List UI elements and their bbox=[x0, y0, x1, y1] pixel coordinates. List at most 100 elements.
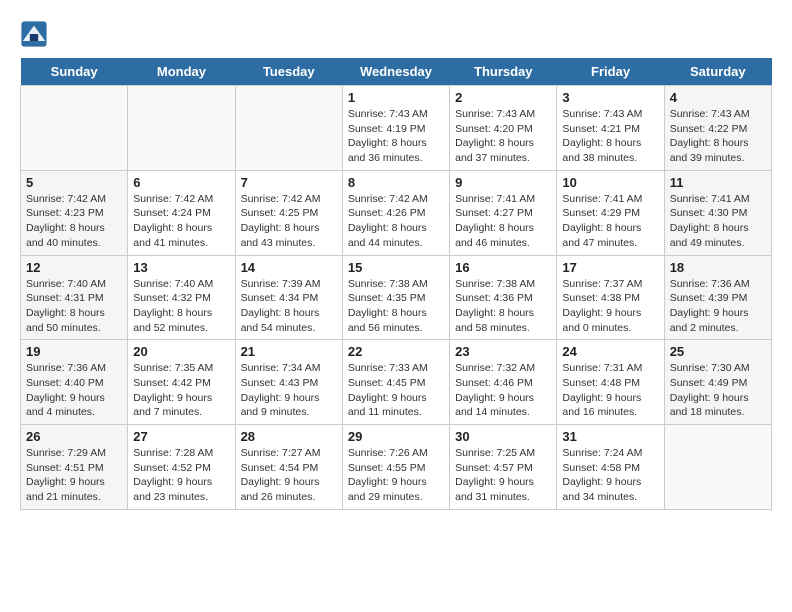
day-info: Sunrise: 7:33 AM Sunset: 4:45 PM Dayligh… bbox=[348, 361, 444, 420]
day-number: 1 bbox=[348, 90, 444, 105]
day-number: 11 bbox=[670, 175, 766, 190]
calendar-cell: 7 Sunrise: 7:42 AM Sunset: 4:25 PM Daylig… bbox=[235, 170, 342, 255]
days-header-row: SundayMondayTuesdayWednesdayThursdayFrid… bbox=[21, 58, 772, 86]
day-number: 2 bbox=[455, 90, 551, 105]
day-info: Sunrise: 7:43 AM Sunset: 4:20 PM Dayligh… bbox=[455, 107, 551, 166]
day-number: 27 bbox=[133, 429, 229, 444]
day-info: Sunrise: 7:42 AM Sunset: 4:23 PM Dayligh… bbox=[26, 192, 122, 251]
day-info: Sunrise: 7:32 AM Sunset: 4:46 PM Dayligh… bbox=[455, 361, 551, 420]
day-number: 10 bbox=[562, 175, 658, 190]
day-info: Sunrise: 7:25 AM Sunset: 4:57 PM Dayligh… bbox=[455, 446, 551, 505]
day-info: Sunrise: 7:41 AM Sunset: 4:30 PM Dayligh… bbox=[670, 192, 766, 251]
day-info: Sunrise: 7:31 AM Sunset: 4:48 PM Dayligh… bbox=[562, 361, 658, 420]
day-header-saturday: Saturday bbox=[664, 58, 771, 86]
calendar-cell: 31 Sunrise: 7:24 AM Sunset: 4:58 PM Dayli… bbox=[557, 425, 664, 510]
logo bbox=[20, 20, 52, 48]
calendar-cell: 9 Sunrise: 7:41 AM Sunset: 4:27 PM Daylig… bbox=[450, 170, 557, 255]
day-info: Sunrise: 7:43 AM Sunset: 4:22 PM Dayligh… bbox=[670, 107, 766, 166]
calendar-cell: 12Sunrise: 7:40 AM Sunset: 4:31 PM Dayli… bbox=[21, 255, 128, 340]
day-number: 31 bbox=[562, 429, 658, 444]
calendar-cell: 13 Sunrise: 7:40 AM Sunset: 4:32 PM Dayli… bbox=[128, 255, 235, 340]
calendar-cell: 29 Sunrise: 7:26 AM Sunset: 4:55 PM Dayli… bbox=[342, 425, 449, 510]
day-info: Sunrise: 7:42 AM Sunset: 4:25 PM Dayligh… bbox=[241, 192, 337, 251]
day-info: Sunrise: 7:43 AM Sunset: 4:21 PM Dayligh… bbox=[562, 107, 658, 166]
calendar-cell: 27Sunrise: 7:28 AM Sunset: 4:52 PM Dayli… bbox=[128, 425, 235, 510]
calendar-cell: 25Sunrise: 7:30 AM Sunset: 4:49 PM Dayli… bbox=[664, 340, 771, 425]
day-number: 3 bbox=[562, 90, 658, 105]
day-number: 20 bbox=[133, 344, 229, 359]
day-info: Sunrise: 7:36 AM Sunset: 4:40 PM Dayligh… bbox=[26, 361, 122, 420]
logo-icon bbox=[20, 20, 48, 48]
day-number: 28 bbox=[241, 429, 337, 444]
day-number: 22 bbox=[348, 344, 444, 359]
week-row-1: 5 Sunrise: 7:42 AM Sunset: 4:23 PM Daylig… bbox=[21, 170, 772, 255]
day-number: 18 bbox=[670, 260, 766, 275]
day-number: 13 bbox=[133, 260, 229, 275]
calendar-cell: 18Sunrise: 7:36 AM Sunset: 4:39 PM Dayli… bbox=[664, 255, 771, 340]
day-number: 17 bbox=[562, 260, 658, 275]
calendar-cell: 20 Sunrise: 7:35 AM Sunset: 4:42 PM Dayli… bbox=[128, 340, 235, 425]
calendar-cell: 8 Sunrise: 7:42 AM Sunset: 4:26 PM Daylig… bbox=[342, 170, 449, 255]
day-header-thursday: Thursday bbox=[450, 58, 557, 86]
week-row-0: 1Sunrise: 7:43 AM Sunset: 4:19 PM Daylig… bbox=[21, 86, 772, 171]
day-number: 5 bbox=[26, 175, 122, 190]
calendar-cell: 15Sunrise: 7:38 AM Sunset: 4:35 PM Dayli… bbox=[342, 255, 449, 340]
day-number: 7 bbox=[241, 175, 337, 190]
day-info: Sunrise: 7:30 AM Sunset: 4:49 PM Dayligh… bbox=[670, 361, 766, 420]
week-row-2: 12Sunrise: 7:40 AM Sunset: 4:31 PM Dayli… bbox=[21, 255, 772, 340]
week-row-4: 26 Sunrise: 7:29 AM Sunset: 4:51 PM Dayli… bbox=[21, 425, 772, 510]
calendar-cell: 28 Sunrise: 7:27 AM Sunset: 4:54 PM Dayli… bbox=[235, 425, 342, 510]
day-info: Sunrise: 7:27 AM Sunset: 4:54 PM Dayligh… bbox=[241, 446, 337, 505]
day-info: Sunrise: 7:42 AM Sunset: 4:24 PM Dayligh… bbox=[133, 192, 229, 251]
day-header-friday: Friday bbox=[557, 58, 664, 86]
day-info: Sunrise: 7:41 AM Sunset: 4:27 PM Dayligh… bbox=[455, 192, 551, 251]
calendar-cell: 17 Sunrise: 7:37 AM Sunset: 4:38 PM Dayli… bbox=[557, 255, 664, 340]
day-info: Sunrise: 7:37 AM Sunset: 4:38 PM Dayligh… bbox=[562, 277, 658, 336]
calendar-cell: 30 Sunrise: 7:25 AM Sunset: 4:57 PM Dayli… bbox=[450, 425, 557, 510]
calendar-table: SundayMondayTuesdayWednesdayThursdayFrid… bbox=[20, 58, 772, 510]
day-number: 24 bbox=[562, 344, 658, 359]
header bbox=[20, 20, 772, 48]
day-info: Sunrise: 7:39 AM Sunset: 4:34 PM Dayligh… bbox=[241, 277, 337, 336]
calendar-cell: 6 Sunrise: 7:42 AM Sunset: 4:24 PM Daylig… bbox=[128, 170, 235, 255]
day-number: 4 bbox=[670, 90, 766, 105]
day-number: 9 bbox=[455, 175, 551, 190]
day-number: 8 bbox=[348, 175, 444, 190]
calendar-cell bbox=[664, 425, 771, 510]
day-info: Sunrise: 7:38 AM Sunset: 4:35 PM Dayligh… bbox=[348, 277, 444, 336]
day-number: 21 bbox=[241, 344, 337, 359]
day-info: Sunrise: 7:24 AM Sunset: 4:58 PM Dayligh… bbox=[562, 446, 658, 505]
calendar-cell: 16Sunrise: 7:38 AM Sunset: 4:36 PM Dayli… bbox=[450, 255, 557, 340]
day-number: 6 bbox=[133, 175, 229, 190]
day-info: Sunrise: 7:35 AM Sunset: 4:42 PM Dayligh… bbox=[133, 361, 229, 420]
day-number: 30 bbox=[455, 429, 551, 444]
day-number: 23 bbox=[455, 344, 551, 359]
day-info: Sunrise: 7:42 AM Sunset: 4:26 PM Dayligh… bbox=[348, 192, 444, 251]
calendar-cell: 3 Sunrise: 7:43 AM Sunset: 4:21 PM Daylig… bbox=[557, 86, 664, 171]
day-number: 14 bbox=[241, 260, 337, 275]
day-number: 19 bbox=[26, 344, 122, 359]
calendar-cell bbox=[235, 86, 342, 171]
day-header-wednesday: Wednesday bbox=[342, 58, 449, 86]
calendar-cell: 14 Sunrise: 7:39 AM Sunset: 4:34 PM Dayli… bbox=[235, 255, 342, 340]
day-info: Sunrise: 7:29 AM Sunset: 4:51 PM Dayligh… bbox=[26, 446, 122, 505]
day-header-monday: Monday bbox=[128, 58, 235, 86]
day-info: Sunrise: 7:26 AM Sunset: 4:55 PM Dayligh… bbox=[348, 446, 444, 505]
calendar-cell: 26 Sunrise: 7:29 AM Sunset: 4:51 PM Dayli… bbox=[21, 425, 128, 510]
day-info: Sunrise: 7:41 AM Sunset: 4:29 PM Dayligh… bbox=[562, 192, 658, 251]
day-info: Sunrise: 7:40 AM Sunset: 4:32 PM Dayligh… bbox=[133, 277, 229, 336]
calendar-cell: 1Sunrise: 7:43 AM Sunset: 4:19 PM Daylig… bbox=[342, 86, 449, 171]
day-header-tuesday: Tuesday bbox=[235, 58, 342, 86]
week-row-3: 19 Sunrise: 7:36 AM Sunset: 4:40 PM Dayli… bbox=[21, 340, 772, 425]
calendar-cell: 10 Sunrise: 7:41 AM Sunset: 4:29 PM Dayli… bbox=[557, 170, 664, 255]
day-info: Sunrise: 7:34 AM Sunset: 4:43 PM Dayligh… bbox=[241, 361, 337, 420]
calendar-body: 1Sunrise: 7:43 AM Sunset: 4:19 PM Daylig… bbox=[21, 86, 772, 510]
calendar-cell: 19 Sunrise: 7:36 AM Sunset: 4:40 PM Dayli… bbox=[21, 340, 128, 425]
calendar-cell: 21 Sunrise: 7:34 AM Sunset: 4:43 PM Dayli… bbox=[235, 340, 342, 425]
day-header-sunday: Sunday bbox=[21, 58, 128, 86]
day-number: 29 bbox=[348, 429, 444, 444]
day-number: 26 bbox=[26, 429, 122, 444]
calendar-cell: 5 Sunrise: 7:42 AM Sunset: 4:23 PM Daylig… bbox=[21, 170, 128, 255]
calendar-cell bbox=[21, 86, 128, 171]
calendar-cell bbox=[128, 86, 235, 171]
